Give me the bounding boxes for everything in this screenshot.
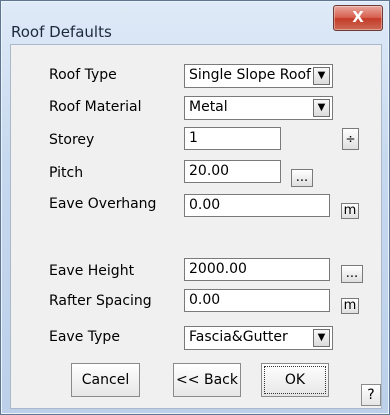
help-button[interactable]: ? [361,384,381,406]
back-button[interactable]: << Back [173,363,241,397]
roof-type-select[interactable]: Single Slope Roof ▼ [184,64,333,88]
roof-material-value: Metal [189,99,228,115]
pitch-label: Pitch [49,165,84,181]
eave-type-label: Eave Type [49,329,120,345]
roof-type-label: Roof Type [49,67,117,83]
eave-overhang-label: Eave Overhang [49,196,157,212]
rafter-spacing-unit-button[interactable]: m [341,298,359,314]
storey-label: Storey [49,132,95,148]
pitch-input[interactable]: 20.00 [184,160,281,183]
cancel-button[interactable]: Cancel [71,363,140,397]
storey-input[interactable]: 1 [184,127,281,150]
rafter-spacing-label: Rafter Spacing [49,293,152,309]
eave-type-value: Fascia&Gutter [189,329,288,345]
window-title: Roof Defaults [11,23,112,41]
eave-height-input[interactable]: 2000.00 [184,258,330,281]
roof-defaults-window: Roof Defaults X Roof Type Single Slope R… [0,0,390,415]
eave-type-select[interactable]: Fascia&Gutter ▼ [184,326,333,350]
roof-type-value: Single Slope Roof [189,67,311,83]
eave-height-browse-button[interactable]: ... [341,265,363,283]
rafter-spacing-input[interactable]: 0.00 [184,289,330,312]
roof-material-select[interactable]: Metal ▼ [184,96,333,120]
storey-stepper[interactable]: ÷ [342,128,359,150]
pitch-browse-button[interactable]: ... [291,169,313,187]
dialog-client-area: Roof Type Single Slope Roof ▼ Roof Mater… [10,44,382,409]
chevron-down-icon[interactable]: ▼ [313,99,330,117]
ok-button[interactable]: OK [261,363,329,397]
eave-overhang-unit-button[interactable]: m [341,203,359,219]
chevron-down-icon[interactable]: ▼ [313,67,330,85]
close-button[interactable]: X [333,5,383,31]
chevron-down-icon[interactable]: ▼ [313,329,330,347]
eave-overhang-input[interactable]: 0.00 [184,194,330,217]
eave-height-label: Eave Height [49,263,135,279]
roof-material-label: Roof Material [49,99,142,115]
